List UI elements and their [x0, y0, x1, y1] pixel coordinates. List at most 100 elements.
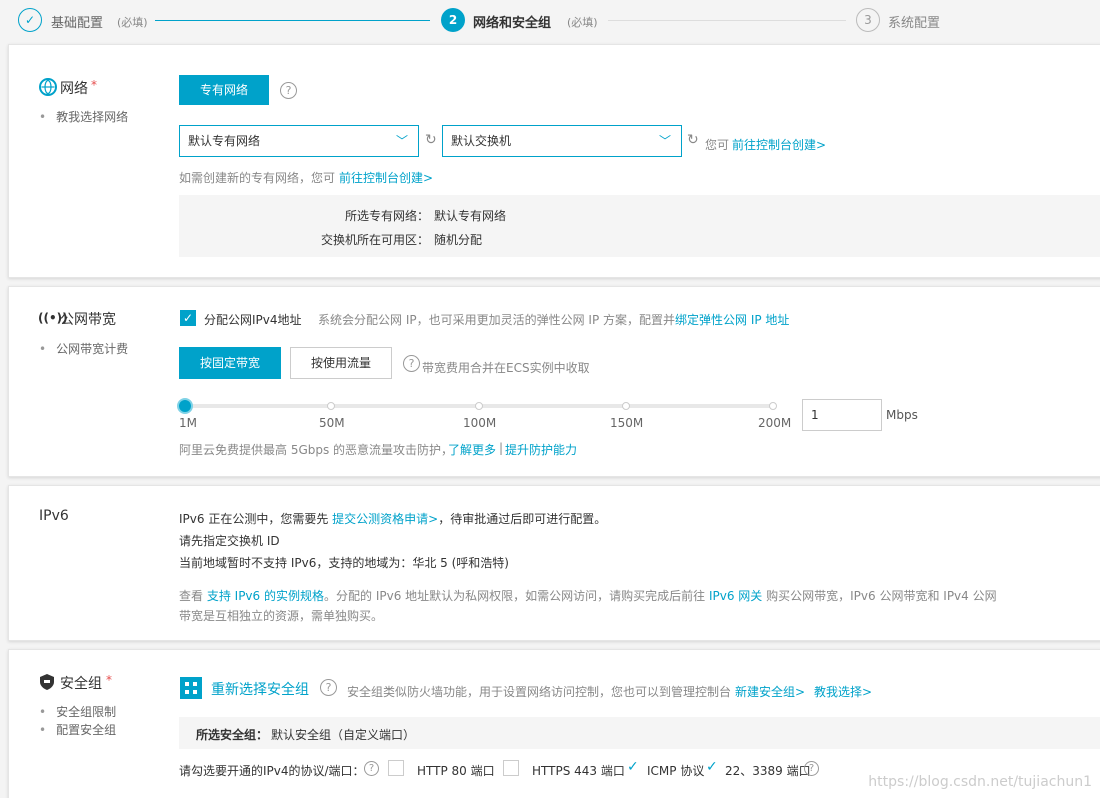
network-help-link[interactable]: 教我选择网络	[39, 108, 128, 125]
help-icon[interactable]: ?	[320, 679, 337, 696]
step-connector	[155, 20, 430, 21]
step-connector	[608, 20, 846, 21]
slider-tick	[475, 402, 483, 410]
ipv6-para-mid: 。分配的 IPv6 地址默认为私网权限，如需公网访问，请购买完成后前往	[324, 589, 706, 603]
vpc-button[interactable]: 专有网络	[179, 75, 269, 105]
slider-tick-label: 150M	[610, 416, 644, 430]
step-2-circle: 2	[441, 8, 465, 32]
network-section: 网络 * 教我选择网络 专有网络 ? 默认专有网络 ﹀ ↻ 默认交换机 ﹀ ↻ …	[8, 44, 1100, 278]
fixed-bandwidth-button[interactable]: 按固定带宽	[179, 347, 281, 379]
vpc-select-value: 默认专有网络	[188, 134, 261, 148]
ipv6-line-2: 请先指定交换机 ID	[179, 534, 280, 548]
security-desc: 安全组类似防火墙功能，用于设置网络访问控制，您也可以到管理控制台	[347, 685, 732, 699]
create-vpc-hint: 如需创建新的专有网络，您可	[179, 171, 336, 185]
ipv6-para-prefix: 查看	[179, 589, 204, 603]
summary-zone-label: 交换机所在可用区：	[320, 233, 429, 247]
globe-icon	[39, 78, 57, 96]
step-3-label[interactable]: 系统配置	[888, 12, 940, 31]
network-title: 网络	[60, 81, 88, 97]
help-icon[interactable]: ?	[403, 355, 420, 372]
step-1-label[interactable]: 基础配置	[51, 12, 103, 31]
step-2-note: (必填)	[567, 16, 598, 29]
bandwidth-help-link[interactable]: 公网带宽计费	[39, 340, 128, 357]
ports-label: 请勾选要开通的IPv4的协议/端口：	[179, 764, 365, 778]
console-create-link[interactable]: 前往控制台创建>	[732, 136, 826, 153]
refresh-icon[interactable]: ↻	[687, 132, 699, 148]
assign-ipv4-label: 分配公网IPv4地址	[204, 313, 302, 327]
shield-icon	[40, 674, 54, 693]
ipv6-apply-link[interactable]: 提交公测资格申请>	[332, 512, 438, 526]
slider-tick-label: 50M	[319, 416, 345, 430]
bandwidth-unit: Mbps	[886, 408, 918, 422]
help-icon[interactable]: ?	[364, 761, 379, 776]
step-3-circle: 3	[856, 8, 880, 32]
slider-tick-label: 100M	[463, 416, 497, 430]
bandwidth-input[interactable]: 1	[802, 399, 882, 431]
chevron-down-icon: ﹀	[395, 134, 408, 148]
ipv6-section: IPv6 IPv6 正在公测中，您需要先 提交公测资格申请>，待审批通过后即可进…	[8, 485, 1100, 641]
ddos-text: 阿里云免费提供最高 5Gbps 的恶意流量攻击防护，	[179, 443, 454, 457]
vswitch-select[interactable]: 默认交换机 ﹀	[442, 125, 682, 157]
ipv6-instance-types-link[interactable]: 支持 IPv6 的实例规格	[207, 589, 324, 603]
summary-vpc-label: 所选专有网络：	[344, 209, 429, 223]
console-prefix: 您可	[705, 138, 730, 152]
ipv6-line1-suffix: ，待审批通过后即可进行配置。	[438, 512, 607, 526]
port-label: 22、3389 端口	[725, 764, 811, 778]
traffic-bandwidth-button[interactable]: 按使用流量	[290, 347, 392, 379]
ipv6-description: 查看 支持 IPv6 的实例规格。分配的 IPv6 地址默认为私网权限，如需公网…	[179, 586, 999, 626]
port-label: HTTPS 443 端口	[532, 764, 625, 778]
step-2-label[interactable]: 网络和安全组	[473, 12, 551, 31]
slider-tick	[622, 402, 630, 410]
bind-eip-link[interactable]: 绑定弹性公网 IP 地址	[675, 311, 789, 328]
ipv6-line1-prefix: IPv6 正在公测中，您需要先	[179, 512, 329, 526]
http-80-checkbox[interactable]	[388, 760, 404, 776]
selected-security-group: 所选安全组： 默认安全组（自定义端口）	[179, 717, 1100, 749]
ssh-rdp-check-icon[interactable]: ✓	[706, 759, 718, 775]
bandwidth-title: 公网带宽	[60, 312, 116, 328]
selected-sg-label: 所选安全组：	[196, 728, 269, 742]
network-summary: 所选专有网络： 默认专有网络 交换机所在可用区： 随机分配	[179, 195, 1100, 257]
ddos-separator: |	[499, 441, 504, 455]
step-1-done-icon: ✓	[18, 8, 42, 32]
selected-sg-value: 默认安全组（自定义端口）	[271, 728, 416, 742]
icmp-check-icon[interactable]: ✓	[627, 759, 639, 775]
slider-handle[interactable]	[177, 398, 193, 414]
slider-tick-label: 200M	[758, 416, 792, 430]
port-label: ICMP 协议	[647, 764, 705, 778]
ddos-learn-more-link[interactable]: 了解更多	[448, 441, 496, 458]
create-vpc-link[interactable]: 前往控制台创建>	[339, 169, 433, 186]
grid-icon[interactable]	[180, 677, 202, 699]
fee-note: 带宽费用合并在ECS实例中收取	[422, 361, 590, 375]
teach-me-link[interactable]: 教我选择>	[814, 683, 872, 700]
watermark: https://blog.csdn.net/tujiachun1	[868, 774, 1092, 790]
ddos-upgrade-link[interactable]: 提升防护能力	[505, 441, 577, 458]
slider-tick	[327, 402, 335, 410]
ipv6-gateway-link[interactable]: IPv6 网关	[709, 589, 762, 603]
reselect-security-group-link[interactable]: 重新选择安全组	[211, 679, 309, 699]
security-group-title: 安全组	[60, 676, 102, 692]
chevron-down-icon: ﹀	[658, 134, 671, 148]
ipv6-line-3: 当前地域暂时不支持 IPv6，支持的地域为：华北 5 (呼和浩特)	[179, 556, 509, 570]
vswitch-select-value: 默认交换机	[451, 134, 512, 148]
bandwidth-input-value: 1	[811, 408, 819, 422]
refresh-icon[interactable]: ↻	[425, 132, 437, 148]
assign-ipv4-checkbox[interactable]: ✓	[180, 310, 196, 326]
help-icon[interactable]: ?	[804, 761, 819, 776]
slider-tick	[769, 402, 777, 410]
ipv6-title: IPv6	[39, 508, 69, 524]
help-icon[interactable]: ?	[280, 82, 297, 99]
bandwidth-section: ((•)) 公网带宽 公网带宽计费 ✓ 分配公网IPv4地址 系统会分配公网 I…	[8, 286, 1100, 477]
ipv6-line-1: IPv6 正在公测中，您需要先 提交公测资格申请>，待审批通过后即可进行配置。	[179, 510, 606, 527]
required-mark: *	[91, 78, 97, 92]
slider-tick-label: 1M	[179, 416, 197, 430]
port-label: HTTP 80 端口	[417, 764, 495, 778]
required-mark: *	[106, 673, 112, 687]
https-443-checkbox[interactable]	[503, 760, 519, 776]
new-security-group-link[interactable]: 新建安全组>	[735, 683, 805, 700]
security-limit-link[interactable]: 安全组限制	[39, 703, 116, 720]
ipv6-para-suffix: 购买公网带宽，IPv6 公网带宽和 IPv4 公网	[766, 589, 997, 603]
summary-zone-value: 随机分配	[434, 233, 483, 247]
ipv6-para-line2: 带宽是互相独立的资源，需单独购买。	[179, 609, 384, 623]
vpc-select[interactable]: 默认专有网络 ﹀	[179, 125, 419, 157]
security-config-link[interactable]: 配置安全组	[39, 721, 116, 738]
